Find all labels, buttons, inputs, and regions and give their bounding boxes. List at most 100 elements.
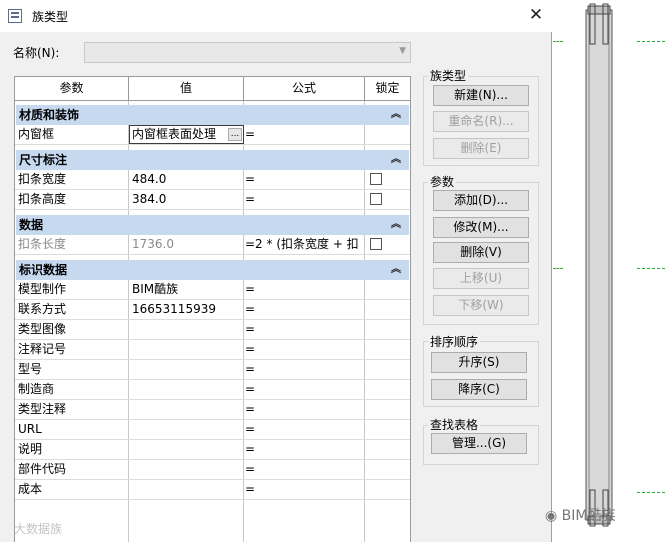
group-header[interactable]: 数据 ︽: [16, 215, 409, 235]
manage-lookup-button[interactable]: 管理...(G): [431, 433, 527, 454]
table-row[interactable]: 类型注释 =: [15, 400, 410, 420]
table-row[interactable]: 扣条宽度 484.0 =: [15, 170, 410, 190]
reference-line: [637, 268, 665, 269]
param-name: 类型注释: [18, 402, 67, 416]
group-header[interactable]: 材质和装饰 ︽: [16, 105, 409, 125]
value-cell[interactable]: [129, 400, 243, 419]
group-header[interactable]: 尺寸标注 ︽: [16, 150, 409, 170]
value-cell[interactable]: [129, 460, 243, 479]
formula-cell[interactable]: =: [244, 340, 364, 359]
grid-header: 参数 值 公式 锁定: [15, 77, 410, 101]
move-down-button[interactable]: 下移(W): [433, 295, 529, 316]
close-icon[interactable]: ✕: [524, 2, 548, 28]
modify-parameter-button[interactable]: 修改(M)...: [433, 217, 529, 238]
lock-checkbox[interactable]: [370, 193, 382, 205]
value-cell[interactable]: [129, 320, 243, 339]
browse-button[interactable]: ...: [228, 128, 242, 141]
sort-ascending-button[interactable]: 升序(S): [431, 352, 527, 373]
table-row[interactable]: 部件代码 =: [15, 460, 410, 480]
value-cell[interactable]: [129, 420, 243, 439]
formula-cell[interactable]: =: [244, 125, 364, 144]
param-name: 制造商: [18, 382, 55, 396]
value-cell[interactable]: [129, 340, 243, 359]
formula-cell[interactable]: =: [244, 420, 364, 439]
table-row[interactable]: URL =: [15, 420, 410, 440]
add-parameter-button[interactable]: 添加(D)...: [433, 190, 529, 211]
param-name: 类型图像: [18, 322, 67, 336]
param-name: URL: [18, 422, 42, 436]
window-section-drawing: [585, 3, 613, 527]
table-row[interactable]: 制造商 =: [15, 380, 410, 400]
table-row[interactable]: 注释记号 =: [15, 340, 410, 360]
name-label: 名称(N):: [13, 46, 60, 60]
family-types-dialog: 族类型 ✕ 名称(N): ▼ 参数 值 公式 锁定 材质和装饰 ︽ 内窗框 内窗…: [0, 0, 552, 542]
value-cell[interactable]: [129, 360, 243, 379]
collapse-chevron-icon[interactable]: ︽: [391, 215, 401, 235]
formula-cell[interactable]: =: [244, 280, 364, 299]
parameters-title: 参数: [428, 173, 457, 190]
delete-parameter-button[interactable]: 删除(V): [433, 242, 529, 263]
watermark-right: ◉ BIM酷族: [545, 505, 615, 525]
formula-cell[interactable]: =: [244, 400, 364, 419]
move-up-button[interactable]: 上移(U): [433, 268, 529, 289]
value-cell[interactable]: [129, 440, 243, 459]
table-row[interactable]: 型号 =: [15, 360, 410, 380]
group-header[interactable]: 标识数据 ︽: [16, 260, 409, 280]
table-row[interactable]: 说明 =: [15, 440, 410, 460]
param-name: 内窗框: [18, 127, 55, 141]
value-cell[interactable]: [129, 380, 243, 399]
group-title: 材质和装饰: [19, 108, 80, 122]
formula-cell[interactable]: =: [244, 360, 364, 379]
reference-line: [637, 41, 665, 42]
value-editor[interactable]: 内窗框表面处理 ...: [129, 125, 244, 144]
table-row[interactable]: 扣条长度 1736.0 =2 * (扣条宽度 + 扣: [15, 235, 410, 255]
chevron-down-icon: ▼: [399, 46, 406, 56]
param-name: 说明: [18, 442, 43, 456]
formula-cell[interactable]: =: [244, 300, 364, 319]
param-name: 部件代码: [18, 462, 67, 476]
formula-cell[interactable]: =: [244, 460, 364, 479]
table-row[interactable]: 类型图像 =: [15, 320, 410, 340]
column-header-value[interactable]: 值: [129, 77, 244, 100]
parameter-grid: 参数 值 公式 锁定 材质和装饰 ︽ 内窗框 内窗框表面处理 ... = 尺寸标…: [14, 76, 411, 542]
table-row[interactable]: 联系方式 16653115939 =: [15, 300, 410, 320]
value-cell[interactable]: 16653115939: [129, 300, 243, 319]
table-row[interactable]: 成本 =: [15, 480, 410, 500]
value-cell[interactable]: 484.0: [129, 170, 243, 189]
wechat-icon: ◉: [545, 508, 558, 524]
lock-checkbox[interactable]: [370, 238, 382, 250]
collapse-chevron-icon[interactable]: ︽: [391, 105, 401, 125]
table-row[interactable]: 模型制作 BIM酷族 =: [15, 280, 410, 300]
param-name: 注释记号: [18, 342, 67, 356]
type-name-dropdown[interactable]: ▼: [84, 42, 411, 63]
lock-checkbox[interactable]: [370, 173, 382, 185]
param-name: 模型制作: [18, 282, 67, 296]
param-name: 扣条长度: [18, 237, 67, 251]
collapse-chevron-icon[interactable]: ︽: [391, 260, 401, 280]
group-title: 尺寸标注: [19, 153, 68, 167]
sort-order-title: 排序顺序: [428, 333, 481, 350]
value-cell[interactable]: BIM酷族: [129, 280, 243, 299]
value-text: 内窗框表面处理: [132, 127, 217, 141]
delete-type-button[interactable]: 删除(E): [433, 138, 529, 159]
formula-cell[interactable]: =2 * (扣条宽度 + 扣: [244, 235, 364, 254]
value-cell[interactable]: [129, 480, 243, 499]
collapse-chevron-icon[interactable]: ︽: [391, 150, 401, 170]
param-name: 成本: [18, 482, 43, 496]
formula-cell[interactable]: =: [244, 170, 364, 189]
rename-type-button[interactable]: 重命名(R)...: [433, 111, 529, 132]
formula-cell[interactable]: =: [244, 440, 364, 459]
value-cell[interactable]: 384.0: [129, 190, 243, 209]
table-row[interactable]: 内窗框 内窗框表面处理 ... =: [15, 125, 410, 145]
title-bar: 族类型 ✕: [0, 0, 552, 32]
formula-cell[interactable]: =: [244, 380, 364, 399]
column-header-formula[interactable]: 公式: [244, 77, 365, 100]
column-header-lock[interactable]: 锁定: [365, 77, 410, 100]
formula-cell[interactable]: =: [244, 480, 364, 499]
new-type-button[interactable]: 新建(N)...: [433, 85, 529, 106]
formula-cell[interactable]: =: [244, 320, 364, 339]
sort-descending-button[interactable]: 降序(C): [431, 379, 527, 400]
column-header-param[interactable]: 参数: [15, 77, 129, 100]
formula-cell[interactable]: =: [244, 190, 364, 209]
table-row[interactable]: 扣条高度 384.0 =: [15, 190, 410, 210]
